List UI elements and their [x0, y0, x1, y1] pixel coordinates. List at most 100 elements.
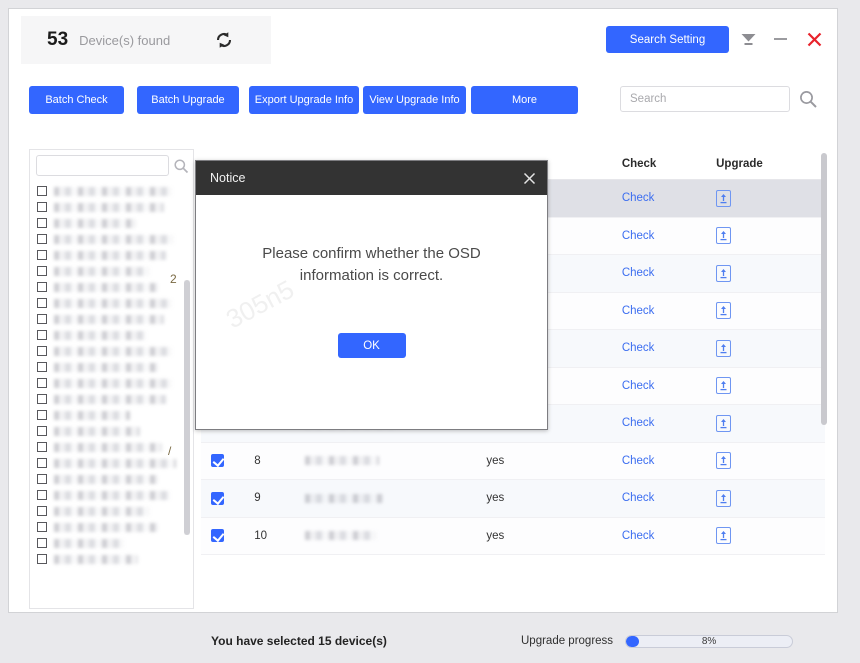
tree-item-label-redacted [54, 314, 164, 324]
tree-item-checkbox[interactable] [37, 346, 47, 356]
upload-icon[interactable] [716, 414, 732, 432]
tree-item[interactable] [30, 423, 193, 439]
tree-item-checkbox[interactable] [37, 314, 47, 324]
progress-bar[interactable]: 8% [625, 634, 794, 648]
check-link[interactable]: Check [622, 192, 655, 204]
check-link[interactable]: Check [622, 417, 655, 429]
toolbar-button-batch-check[interactable]: Batch Check [29, 86, 124, 114]
close-icon[interactable] [520, 169, 538, 187]
table-row[interactable]: 10 yes Check [201, 517, 825, 555]
tree-item-checkbox[interactable] [37, 490, 47, 500]
search-icon[interactable] [797, 88, 819, 110]
tree-item[interactable] [30, 263, 193, 279]
tree-item[interactable] [30, 327, 193, 343]
tree-item-checkbox[interactable] [37, 330, 47, 340]
upload-icon[interactable] [716, 377, 732, 395]
check-link[interactable]: Check [622, 342, 655, 354]
ok-button[interactable]: OK [337, 333, 406, 358]
tree-item-checkbox[interactable] [37, 362, 47, 372]
tree-item[interactable] [30, 295, 193, 311]
upload-icon[interactable] [716, 302, 732, 320]
check-link[interactable]: Check [622, 267, 655, 279]
tree-item-checkbox[interactable] [37, 554, 47, 564]
tree-item[interactable] [30, 391, 193, 407]
tree-scrollbar-thumb[interactable] [184, 280, 190, 535]
collapse-arrow-icon[interactable] [735, 26, 761, 52]
tree-item-checkbox[interactable] [37, 394, 47, 404]
check-link[interactable]: Check [622, 305, 655, 317]
tree-item[interactable] [30, 343, 193, 359]
tree-item-checkbox[interactable] [37, 474, 47, 484]
tree-item-checkbox[interactable] [37, 458, 47, 468]
row-select-cell[interactable] [201, 442, 255, 480]
close-icon[interactable] [801, 26, 827, 52]
tree-item[interactable] [30, 231, 193, 247]
tree-item-checkbox[interactable] [37, 538, 47, 548]
tree-item-checkbox[interactable] [37, 186, 47, 196]
table-scrollbar-thumb[interactable] [821, 153, 827, 425]
check-link[interactable]: Check [622, 530, 655, 542]
tree-item-checkbox[interactable] [37, 298, 47, 308]
row-select-cell[interactable] [201, 517, 255, 555]
toolbar-button-batch-upgrade[interactable]: Batch Upgrade [137, 86, 239, 114]
device-tree-list[interactable] [30, 183, 193, 608]
tree-item[interactable] [30, 519, 193, 535]
tree-item[interactable] [30, 247, 193, 263]
tree-item-checkbox[interactable] [37, 250, 47, 260]
row-check-cell: Check [621, 367, 717, 405]
tree-item-checkbox[interactable] [37, 282, 47, 292]
tree-item[interactable] [30, 407, 193, 423]
upload-icon[interactable] [716, 489, 732, 507]
row-checkbox-checked[interactable] [211, 491, 224, 505]
table-row[interactable]: 9 yes Check [201, 479, 825, 518]
search-setting-button[interactable]: Search Setting [606, 26, 729, 53]
tree-item[interactable] [30, 215, 193, 231]
row-check-cell: Check [621, 179, 717, 218]
check-link[interactable]: Check [622, 492, 655, 504]
upload-icon[interactable] [716, 527, 732, 545]
tree-item-checkbox[interactable] [37, 426, 47, 436]
tree-item-checkbox[interactable] [37, 378, 47, 388]
tree-item[interactable] [30, 551, 193, 567]
check-link[interactable]: Check [622, 230, 655, 242]
check-link[interactable]: Check [622, 380, 655, 392]
tree-item[interactable] [30, 359, 193, 375]
toolbar-button-view-upgrade-info[interactable]: View Upgrade Info [363, 86, 466, 114]
toolbar-button-export-upgrade-info[interactable]: Export Upgrade Info [249, 86, 359, 114]
upload-icon[interactable] [716, 189, 732, 207]
tree-item[interactable] [30, 375, 193, 391]
upload-icon[interactable] [716, 264, 732, 282]
tree-item[interactable] [30, 311, 193, 327]
tree-search-input[interactable] [36, 155, 169, 176]
tree-item[interactable] [30, 279, 193, 295]
tree-item-checkbox[interactable] [37, 522, 47, 532]
upload-icon[interactable] [716, 227, 732, 245]
tree-item-label-redacted [54, 298, 172, 308]
tree-item[interactable] [30, 199, 193, 215]
minimize-icon[interactable] [767, 26, 793, 52]
tree-item-checkbox[interactable] [37, 442, 47, 452]
row-checkbox-checked[interactable] [211, 529, 224, 543]
tree-item-checkbox[interactable] [37, 202, 47, 212]
column-upgrade: Upgrade [716, 149, 825, 180]
tree-item[interactable] [30, 183, 193, 199]
tree-item[interactable] [30, 471, 193, 487]
toolbar-button-more[interactable]: More [471, 86, 578, 114]
upload-icon[interactable] [716, 339, 732, 357]
tree-item-checkbox[interactable] [37, 234, 47, 244]
search-icon[interactable] [172, 157, 190, 175]
tree-item-checkbox[interactable] [37, 266, 47, 276]
tree-item-checkbox[interactable] [37, 218, 47, 228]
row-select-cell[interactable] [201, 479, 255, 518]
search-input[interactable] [620, 86, 790, 112]
tree-item[interactable] [30, 487, 193, 503]
refresh-icon[interactable] [212, 28, 236, 52]
upload-icon[interactable] [716, 452, 732, 470]
tree-item-checkbox[interactable] [37, 410, 47, 420]
check-link[interactable]: Check [622, 455, 655, 467]
tree-item[interactable] [30, 535, 193, 551]
row-checkbox-checked[interactable] [211, 454, 224, 468]
tree-item-checkbox[interactable] [37, 506, 47, 516]
tree-item[interactable] [30, 503, 193, 519]
table-row[interactable]: 8 yes Check [201, 442, 825, 480]
